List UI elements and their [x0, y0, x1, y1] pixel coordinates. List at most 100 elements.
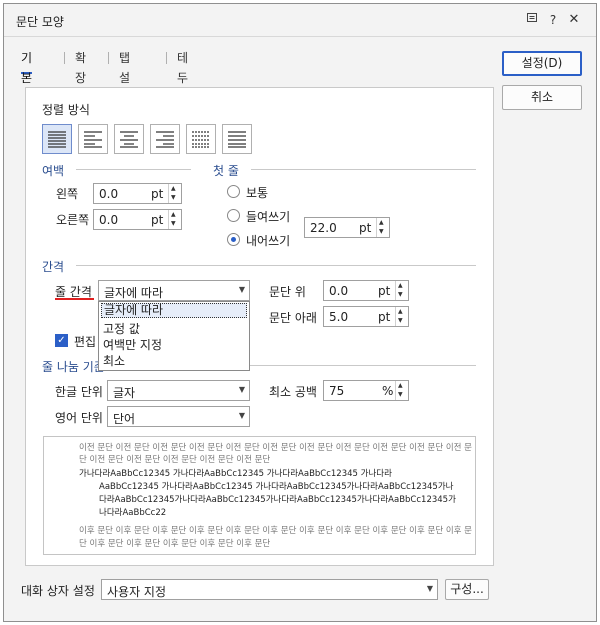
space-before-stepper[interactable]: 0.0 pt ▲ ▼ [323, 280, 409, 301]
chevron-down-icon[interactable]: ▼ [239, 385, 245, 394]
align-distribute-icon [192, 131, 210, 148]
divider [76, 169, 191, 170]
first-line-indent-label: 들여쓰기 [246, 210, 291, 224]
align-center-button[interactable] [114, 124, 144, 154]
align-divide-button[interactable] [222, 124, 252, 154]
preview-current-line: 나다라AaBbCc22 [99, 508, 167, 518]
left-margin-unit: pt [151, 187, 164, 201]
first-line-normal-radio[interactable] [227, 185, 240, 198]
basic-tab-panel: 정렬 방식 여백 첫 줄 왼쪽 0.0 pt ▲ ▼ 오른쪽 0.0 pt ▲ … [25, 87, 494, 566]
preview-current-line: 다라AaBbCc12345가나다라AaBbCc12345가나다라AaBbCc12… [99, 495, 456, 505]
space-after-stepper[interactable]: 5.0 pt ▲ ▼ [323, 306, 409, 327]
first-line-indent-radio[interactable] [227, 209, 240, 222]
grid-checkbox-label: 편집 [74, 335, 97, 349]
align-justify-icon [48, 131, 66, 148]
left-margin-stepper[interactable]: 0.0 pt ▲ ▼ [93, 183, 182, 204]
korean-unit-select[interactable]: 글자 ▼ [107, 380, 250, 401]
first-line-normal-label: 보통 [246, 186, 269, 200]
restore-icon[interactable] [523, 11, 541, 29]
line-break-title: 줄 나눔 기준 [42, 360, 105, 374]
right-margin-stepper[interactable]: 0.0 pt ▲ ▼ [93, 209, 182, 230]
min-space-unit: % [382, 384, 394, 398]
space-after-value: 5.0 [329, 310, 349, 324]
line-spacing-select[interactable]: 글자에 따라 ▼ [98, 280, 250, 301]
dropdown-option[interactable]: 여백만 지정 [103, 336, 162, 353]
left-margin-value: 0.0 [99, 187, 119, 201]
first-line-unit: pt [359, 221, 372, 235]
right-margin-label: 오른쪽 [56, 213, 90, 227]
preview-current-line: AaBbCc12345 가나다라AaBbCc12345 가나다라AaBbCc12… [99, 482, 454, 492]
first-line-value-stepper[interactable]: 22.0 pt ▲ ▼ [304, 217, 390, 238]
tab-tab-settings[interactable]: 탭 설정 [119, 48, 130, 105]
align-left-button[interactable] [78, 124, 108, 154]
tab-extended[interactable]: 확장 [75, 48, 86, 85]
dialog-settings-value: 사용자 지정 [107, 585, 167, 599]
configure-button[interactable]: 구성... [445, 579, 489, 600]
korean-unit-value: 글자 [113, 386, 136, 400]
space-before-label: 문단 위 [269, 285, 306, 299]
align-right-icon [156, 131, 174, 148]
spin-arrows[interactable]: ▲ ▼ [168, 184, 181, 203]
tab-separator [108, 52, 109, 64]
spin-arrows[interactable]: ▲ ▼ [376, 218, 389, 237]
chevron-down-icon[interactable]: ▼ [239, 411, 245, 420]
paragraph-shape-dialog: 문단 모양 ? ✕ 기본 확장 탭 설정 테두리/배경 설정(D) 취소 정렬 … [3, 3, 597, 622]
help-icon[interactable]: ? [544, 11, 562, 29]
preview-current-line: 가나다라AaBbCc12345 가나다라AaBbCc12345 가나다라AaBb… [79, 469, 392, 479]
preview-box: 이전 문단 이전 문단 이전 문단 이전 문단 이전 문단 이전 문단 이전 문… [43, 436, 476, 555]
tab-separator [166, 52, 167, 64]
ok-button[interactable]: 설정(D) [502, 51, 582, 76]
tab-border-background[interactable]: 테두리/배경 [177, 48, 192, 145]
spacing-title: 간격 [42, 260, 65, 274]
divider [76, 265, 476, 266]
spin-arrows[interactable]: ▲ ▼ [395, 307, 408, 326]
dropdown-option[interactable]: 고정 값 [103, 320, 140, 337]
english-unit-select[interactable]: 단어 ▼ [107, 406, 250, 427]
spin-arrows[interactable]: ▲ ▼ [395, 281, 408, 300]
margin-title: 여백 [42, 164, 65, 178]
cancel-button[interactable]: 취소 [502, 85, 582, 110]
left-margin-label: 왼쪽 [56, 187, 79, 201]
align-justify-button[interactable] [42, 124, 72, 154]
tab-basic[interactable]: 기본 [21, 48, 33, 85]
preview-prev-line: 이전 문단 이전 문단 이전 문단 이전 문단 이전 문단 이전 문단 이전 문… [79, 443, 473, 453]
space-after-label: 문단 아래 [269, 311, 317, 325]
align-divide-icon [228, 131, 246, 148]
english-unit-value: 단어 [113, 412, 136, 426]
right-margin-unit: pt [151, 213, 164, 227]
annotation-underline [55, 298, 94, 300]
divider [251, 169, 476, 170]
first-line-value: 22.0 [310, 221, 337, 235]
align-left-icon [84, 131, 102, 148]
dialog-settings-select[interactable]: 사용자 지정 ▼ [101, 579, 438, 600]
dropdown-option[interactable]: 최소 [103, 352, 125, 369]
dropdown-option[interactable]: 글자에 따라 [101, 303, 247, 318]
chevron-down-icon[interactable]: ▼ [239, 285, 245, 294]
chevron-down-icon[interactable]: ▼ [427, 584, 433, 593]
min-space-label: 최소 공백 [269, 385, 317, 399]
space-before-value: 0.0 [329, 284, 349, 298]
close-icon[interactable]: ✕ [565, 11, 583, 29]
alignment-title: 정렬 방식 [42, 103, 90, 117]
space-before-unit: pt [378, 284, 391, 298]
line-spacing-value: 글자에 따라 [104, 286, 164, 300]
korean-unit-label: 한글 단위 [55, 385, 103, 399]
spin-arrows[interactable]: ▲ ▼ [395, 381, 408, 400]
first-line-hanging-label: 내어쓰기 [246, 234, 291, 248]
min-space-stepper[interactable]: 75 % ▲ ▼ [323, 380, 409, 401]
english-unit-label: 영어 단위 [55, 411, 103, 425]
dialog-title: 문단 모양 [16, 15, 64, 29]
preview-prev-line: 단 이전 문단 이전 문단 이전 문단 이전 문단 이전 문단 [79, 455, 271, 465]
align-distribute-button[interactable] [186, 124, 216, 154]
tab-separator [64, 52, 65, 64]
min-space-value: 75 [329, 384, 345, 398]
first-line-title: 첫 줄 [213, 164, 239, 178]
align-center-icon [120, 131, 138, 148]
dialog-settings-label: 대화 상자 설정 [21, 584, 95, 598]
align-right-button[interactable] [150, 124, 180, 154]
spin-arrows[interactable]: ▲ ▼ [168, 210, 181, 229]
first-line-hanging-radio[interactable] [227, 233, 240, 246]
right-margin-value: 0.0 [99, 213, 119, 227]
space-after-unit: pt [378, 310, 391, 324]
grid-checkbox[interactable]: ✓ [55, 334, 68, 347]
